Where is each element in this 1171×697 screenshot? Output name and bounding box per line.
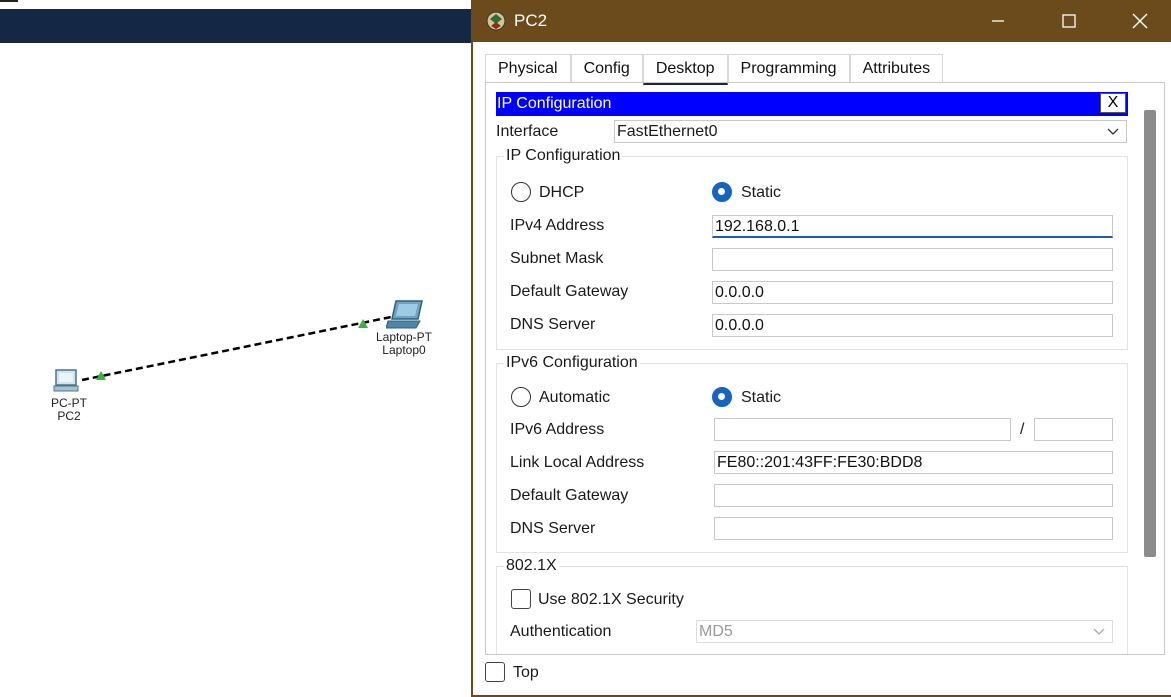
chevron-down-icon: [1107, 128, 1119, 135]
window-title: PC2: [514, 11, 548, 30]
pc2-window: PC2 Physical Config Desktop Programming …: [471, 0, 1171, 697]
authentication-select[interactable]: MD5: [696, 620, 1113, 643]
maximize-button[interactable]: [1046, 5, 1092, 37]
ip-configuration-close-button[interactable]: X: [1100, 93, 1126, 113]
window-titlebar[interactable]: PC2: [473, 0, 1171, 42]
ipv4-group-title: IP Configuration: [504, 147, 623, 165]
minimize-button[interactable]: [975, 5, 1021, 37]
link-local-address-field[interactable]: FE80::201:43FF:FE30:BDD8: [714, 451, 1113, 474]
ipv6-automatic-radio[interactable]: [511, 387, 531, 407]
ipv6-default-gateway-field[interactable]: [714, 484, 1113, 507]
ipv6-static-radio[interactable]: [712, 387, 732, 407]
close-button[interactable]: [1117, 5, 1163, 37]
subnet-mask-field[interactable]: [712, 248, 1113, 271]
interface-label: Interface: [496, 123, 559, 140]
desktop-panel: IP Configuration X Interface FastEtherne…: [485, 83, 1165, 655]
ipv4-address-label: IPv4 Address: [510, 217, 605, 234]
close-icon: [1132, 13, 1148, 29]
interface-value: FastEthernet0: [617, 123, 718, 140]
ipv6-default-gateway-label: Default Gateway: [510, 487, 629, 504]
ipv6-group-title: IPv6 Configuration: [504, 354, 640, 372]
laptop0-device-label: Laptop-PT Laptop0: [372, 331, 436, 357]
use-8021x-checkbox[interactable]: [511, 589, 531, 609]
dhcp-label: DHCP: [539, 184, 585, 201]
pc2-device-label: PC-PT PC2: [44, 397, 94, 423]
authentication-value: MD5: [699, 623, 733, 640]
ipv6-dns-server-label: DNS Server: [510, 520, 596, 537]
window-footer: Top: [473, 655, 1171, 695]
tab-config[interactable]: Config: [570, 54, 643, 82]
ip-configuration-header: IP Configuration X: [496, 92, 1128, 116]
ip-configuration-title: IP Configuration: [497, 95, 612, 112]
ipv6-address-label: IPv6 Address: [510, 421, 605, 438]
link-endpoint-laptop0: [358, 319, 368, 328]
ipv6-automatic-label: Automatic: [539, 389, 611, 406]
ipv6-dns-server-field[interactable]: [714, 517, 1113, 540]
ipv6-prefix-separator: /: [1020, 421, 1025, 438]
ipv6-prefix-field[interactable]: [1034, 418, 1113, 441]
window-tabs: Physical Config Desktop Programming Attr…: [485, 54, 944, 85]
minimize-icon: [992, 20, 1004, 22]
subnet-mask-label: Subnet Mask: [510, 250, 604, 267]
ipv4-default-gateway-field[interactable]: 0.0.0.0: [712, 281, 1113, 304]
top-label: Top: [513, 664, 539, 681]
link-local-address-label: Link Local Address: [510, 454, 645, 471]
pc2-device-icon[interactable]: [53, 368, 81, 399]
ipv4-static-label: Static: [741, 184, 782, 201]
top-checkbox[interactable]: [485, 662, 505, 682]
ethernet-link[interactable]: [81, 314, 397, 382]
authentication-label: Authentication: [510, 623, 612, 640]
ipv4-address-field[interactable]: 192.168.0.1: [712, 215, 1113, 238]
maximize-icon: [1062, 14, 1076, 28]
laptop0-name-label: Laptop0: [382, 343, 426, 357]
tab-programming[interactable]: Programming: [727, 54, 850, 82]
pc2-name-label: PC2: [57, 409, 81, 423]
use-8021x-label: Use 802.1X Security: [538, 591, 684, 608]
ipv4-dns-server-field[interactable]: 0.0.0.0: [712, 314, 1113, 337]
tab-desktop[interactable]: Desktop: [642, 54, 728, 85]
tab-attributes[interactable]: Attributes: [849, 54, 944, 82]
dhcp-radio[interactable]: [511, 182, 531, 202]
packet-tracer-icon: [485, 10, 507, 37]
ipv6-address-field[interactable]: [714, 418, 1011, 441]
ipv6-static-label: Static: [741, 389, 782, 406]
ipv4-static-radio[interactable]: [712, 182, 732, 202]
tab-physical[interactable]: Physical: [485, 54, 571, 82]
chevron-down-icon: [1093, 628, 1105, 635]
ipv4-default-gateway-label: Default Gateway: [510, 283, 629, 300]
vertical-scrollbar[interactable]: [1144, 110, 1156, 557]
interface-select[interactable]: FastEthernet0: [614, 120, 1127, 143]
dot1x-group-title: 802.1X: [504, 557, 559, 575]
ipv4-dns-server-label: DNS Server: [510, 316, 596, 333]
